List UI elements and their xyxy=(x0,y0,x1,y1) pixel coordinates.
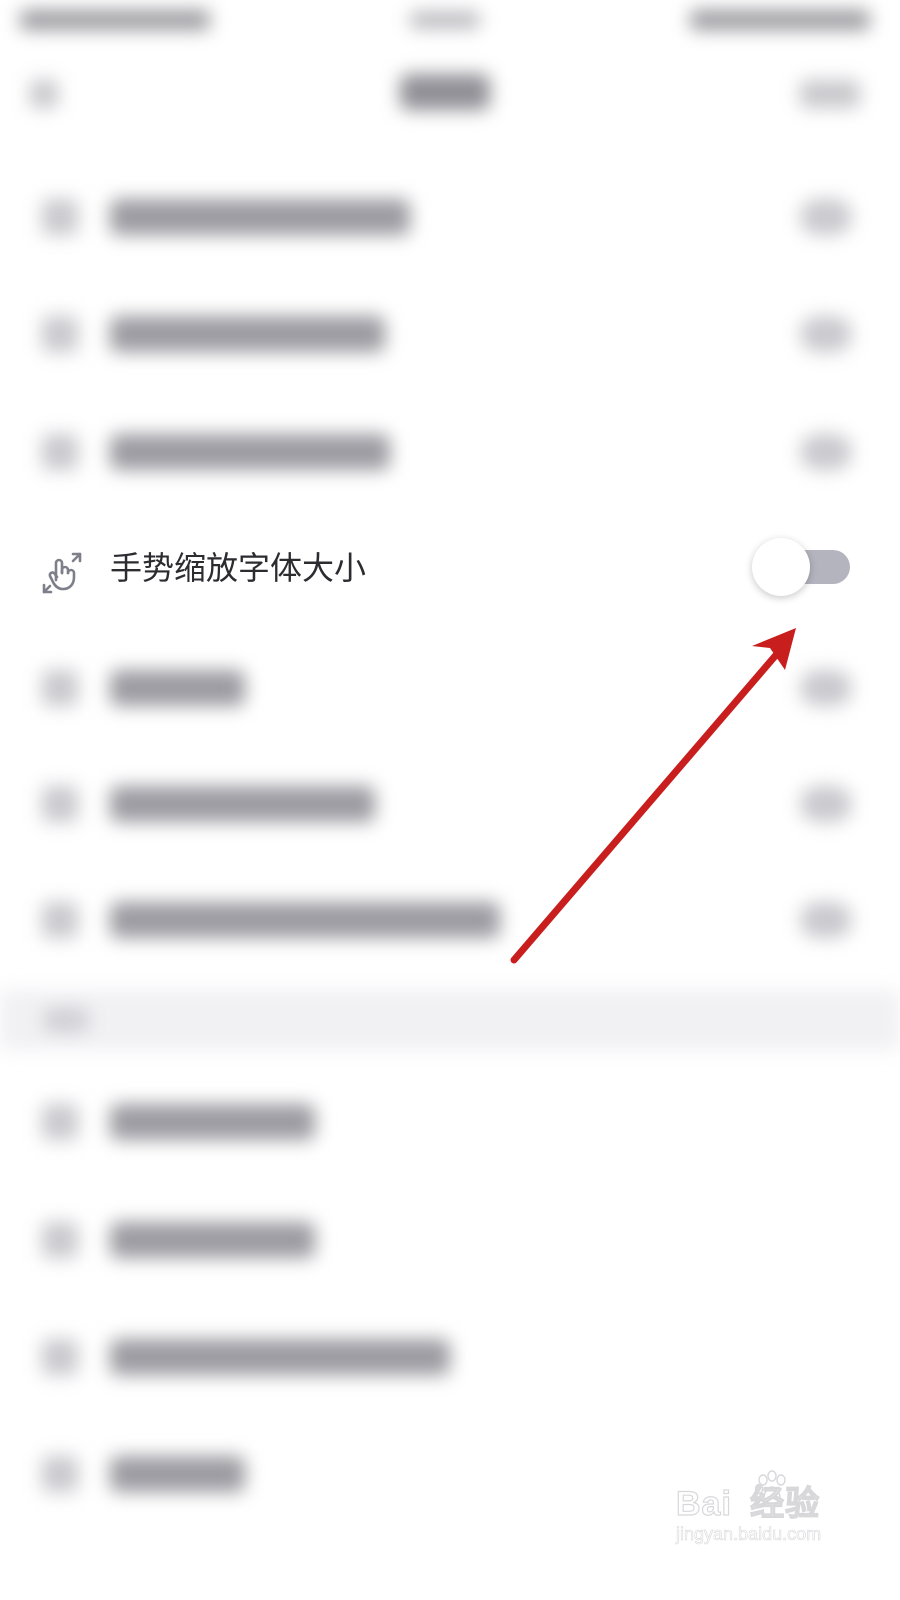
setting-toggle[interactable] xyxy=(800,316,852,352)
setting-toggle[interactable] xyxy=(800,670,852,706)
setting-row[interactable] xyxy=(0,752,900,852)
setting-icon xyxy=(42,1456,78,1492)
setting-row[interactable] xyxy=(0,400,900,500)
status-bar-time xyxy=(410,12,480,28)
setting-row[interactable] xyxy=(0,1305,900,1405)
setting-icon xyxy=(42,670,78,706)
setting-icon xyxy=(42,902,78,938)
setting-label xyxy=(110,434,390,470)
setting-toggle[interactable] xyxy=(800,434,852,470)
back-icon[interactable] xyxy=(30,80,58,108)
section-header-label xyxy=(44,1008,88,1032)
toggle-knob xyxy=(752,538,810,596)
nav-action[interactable] xyxy=(800,80,860,108)
setting-label xyxy=(110,1104,315,1140)
page-title xyxy=(400,74,490,110)
setting-row[interactable] xyxy=(0,282,900,382)
setting-toggle[interactable] xyxy=(800,199,852,235)
setting-label xyxy=(110,786,375,822)
nav-bar xyxy=(0,60,900,124)
setting-toggle[interactable] xyxy=(800,902,852,938)
settings-screen: 手势缩放字体大小 Bai 经验 jingyan.baidu.com xyxy=(0,0,900,1600)
baidu-jingyan-watermark: Bai 经验 jingyan.baidu.com xyxy=(675,1468,876,1568)
setting-label xyxy=(110,316,385,352)
setting-label xyxy=(110,199,410,235)
gesture-zoom-toggle[interactable] xyxy=(752,538,852,596)
status-bar-left xyxy=(20,10,210,30)
setting-icon xyxy=(42,199,78,235)
status-bar xyxy=(0,0,900,44)
setting-label xyxy=(110,670,245,706)
setting-row[interactable] xyxy=(0,1070,900,1170)
setting-label xyxy=(110,1222,315,1258)
setting-label xyxy=(110,1456,245,1492)
watermark-logo: Bai 经验 xyxy=(675,1484,821,1523)
watermark-url: jingyan.baidu.com xyxy=(676,1524,822,1545)
setting-icon xyxy=(42,786,78,822)
section-header xyxy=(0,990,900,1050)
setting-row[interactable] xyxy=(0,165,900,265)
setting-row[interactable] xyxy=(0,636,900,736)
setting-icon xyxy=(42,1339,78,1375)
gesture-zoom-font-label: 手势缩放字体大小 xyxy=(110,549,367,587)
setting-icon xyxy=(42,1104,78,1140)
setting-icon xyxy=(42,434,78,470)
setting-icon xyxy=(42,1222,78,1258)
setting-label xyxy=(110,902,500,938)
setting-row[interactable] xyxy=(0,1188,900,1288)
setting-toggle[interactable] xyxy=(800,786,852,822)
gesture-zoom-font-row[interactable]: 手势缩放字体大小 xyxy=(0,520,900,620)
setting-row[interactable] xyxy=(0,868,900,968)
setting-icon xyxy=(42,316,78,352)
gesture-zoom-icon xyxy=(42,552,82,594)
status-bar-right xyxy=(690,10,870,30)
setting-label xyxy=(110,1339,450,1375)
